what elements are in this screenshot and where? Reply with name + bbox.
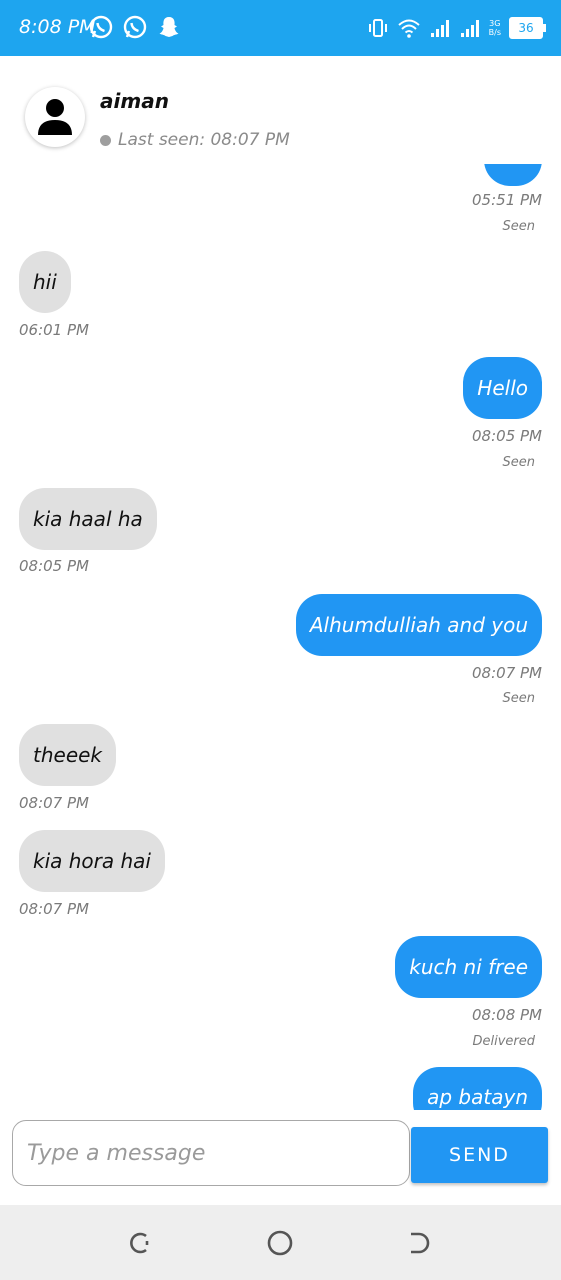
status-bar: 8:08 PM 3G B/s 36 bbox=[0, 0, 561, 56]
last-seen-text: Last seen: 08:07 PM bbox=[118, 130, 290, 150]
message-time: 08:07 PM bbox=[19, 794, 89, 812]
message-bubble-incoming[interactable]: hii bbox=[19, 251, 71, 313]
message-bubble-outgoing[interactable]: ap batayn bbox=[413, 1067, 542, 1110]
presence-dot-icon bbox=[100, 134, 111, 146]
message-bubble-incoming[interactable]: theeek bbox=[19, 724, 117, 786]
message-list[interactable]: 05:51 PM Seen hii 06:01 PM Hello 08:05 P… bbox=[0, 164, 561, 1110]
message-time: 08:05 PM bbox=[19, 557, 89, 575]
message-status: Seen bbox=[502, 219, 536, 234]
wifi-icon bbox=[397, 19, 420, 38]
home-icon[interactable] bbox=[264, 1227, 296, 1259]
message-text: ap batayn bbox=[427, 1085, 528, 1109]
recent-apps-icon[interactable] bbox=[124, 1227, 156, 1259]
status-icons: 3G B/s 36 bbox=[367, 14, 546, 42]
message-bubble-incoming[interactable]: kia haal ha bbox=[19, 488, 157, 550]
message-text: kuch ni free bbox=[409, 955, 528, 979]
signal-icon bbox=[430, 20, 449, 37]
vibrate-icon bbox=[368, 19, 387, 37]
navigation-bar bbox=[0, 1205, 561, 1280]
snapchat-icon bbox=[159, 17, 179, 37]
message-time: 08:07 PM bbox=[19, 900, 89, 918]
message-input[interactable] bbox=[12, 1120, 410, 1186]
network-unit: B/s bbox=[488, 28, 501, 37]
message-time: 08:08 PM bbox=[472, 1006, 542, 1024]
message-text: kia haal ha bbox=[33, 507, 143, 531]
message-bubble-outgoing[interactable]: Alhumdulliah and you bbox=[295, 594, 542, 656]
signal-icon bbox=[460, 20, 479, 37]
message-time: 08:07 PM bbox=[472, 664, 542, 682]
message-composer: SEND bbox=[0, 1110, 561, 1205]
whatsapp-icon bbox=[89, 15, 113, 39]
person-icon bbox=[38, 99, 72, 135]
battery-icon: 36 bbox=[509, 17, 546, 39]
avatar[interactable] bbox=[25, 87, 85, 147]
back-icon[interactable] bbox=[404, 1227, 436, 1259]
message-text: theeek bbox=[33, 743, 103, 767]
message-time: 05:51 PM bbox=[472, 191, 542, 209]
contact-name[interactable]: aiman bbox=[100, 89, 169, 113]
network-type: 3G bbox=[489, 19, 501, 28]
message-bubble-incoming[interactable]: kia hora hai bbox=[19, 830, 165, 892]
last-seen-status: Last seen: 08:07 PM bbox=[100, 130, 290, 150]
send-button[interactable]: SEND bbox=[411, 1127, 548, 1183]
message-text: Alhumdulliah and you bbox=[309, 613, 528, 637]
message-text: hii bbox=[33, 270, 57, 294]
network-speed: 3G B/s bbox=[489, 19, 501, 37]
message-time: 08:05 PM bbox=[472, 427, 542, 445]
message-text: Hello bbox=[477, 376, 528, 400]
chat-header: aiman Last seen: 08:07 PM bbox=[0, 56, 561, 164]
message-bubble-outgoing[interactable]: Hello bbox=[463, 357, 542, 419]
message-status: Seen bbox=[502, 455, 536, 470]
message-text: kia hora hai bbox=[33, 849, 151, 873]
message-bubble-outgoing[interactable]: kuch ni free bbox=[395, 936, 542, 998]
message-status: Delivered bbox=[472, 1034, 535, 1049]
message-time: 06:01 PM bbox=[19, 321, 89, 339]
battery-level: 36 bbox=[518, 21, 534, 35]
message-bubble-outgoing[interactable] bbox=[484, 164, 542, 186]
status-time: 8:08 PM bbox=[19, 16, 96, 38]
message-status: Seen bbox=[502, 691, 536, 706]
whatsapp-icon bbox=[123, 15, 147, 39]
